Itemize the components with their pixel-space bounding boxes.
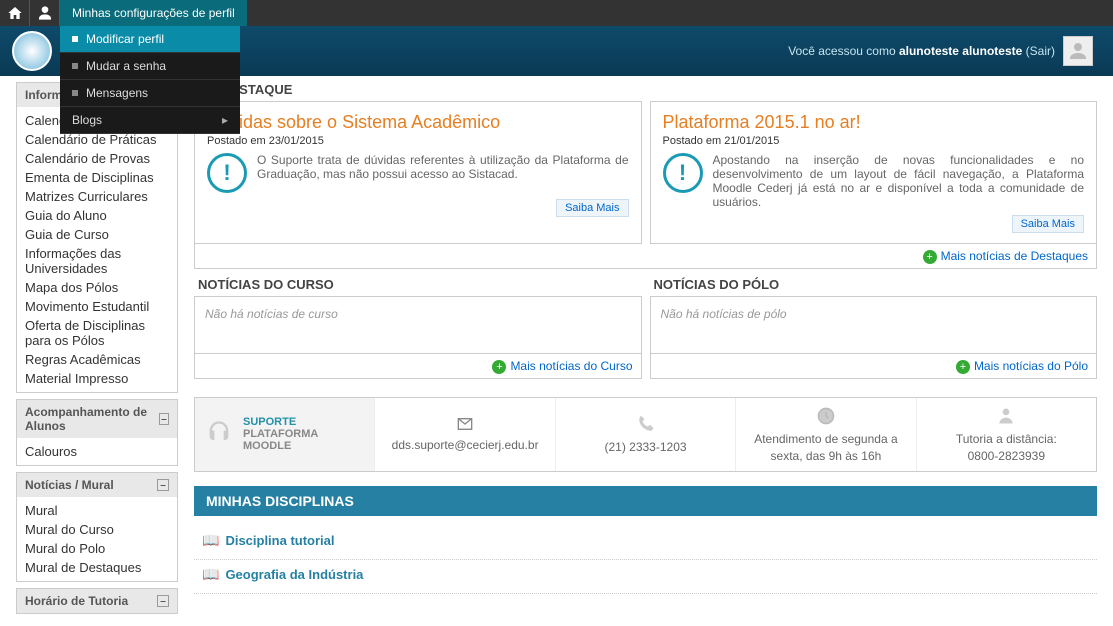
news-row: NOTÍCIAS DO CURSO Não há notícias de cur…: [194, 277, 1097, 387]
featured-text: O Suporte trata de dúvidas referentes à …: [257, 153, 629, 193]
book-icon: 📖: [202, 566, 219, 583]
dropdown-messages[interactable]: Mensagens: [60, 80, 240, 107]
collapse-icon[interactable]: –: [157, 479, 169, 491]
support-bar: SUPORTE PLATAFORMA MOODLE dds.suporte@ce…: [194, 397, 1097, 472]
news-polo-heading: NOTÍCIAS DO PÓLO: [650, 277, 1098, 292]
support-title-cell: SUPORTE PLATAFORMA MOODLE: [195, 398, 374, 471]
sidebar-header: Acompanhamento de Alunos–: [17, 400, 177, 438]
collapse-icon[interactable]: –: [159, 413, 169, 425]
disciplines-heading: MINHAS DISCIPLINAS: [194, 486, 1097, 516]
sidebar-item[interactable]: Ementa de Disciplinas: [17, 168, 177, 187]
profile-settings-menu[interactable]: Minhas configurações de perfil: [60, 0, 247, 26]
sidebar-item[interactable]: Regras Acadêmicas: [17, 350, 177, 369]
sidebar-item[interactable]: Material Impresso: [17, 369, 177, 388]
discipline-item: 📖 Disciplina tutorial: [194, 526, 1097, 560]
chevron-right-icon: ▸: [222, 113, 228, 127]
more-featured-link[interactable]: +Mais notícias de Destaques: [923, 249, 1088, 263]
info-icon: !: [663, 153, 703, 193]
headset-icon: [205, 419, 233, 450]
sidebar-item[interactable]: Oferta de Disciplinas para os Pólos: [17, 316, 177, 350]
support-sub: PLATAFORMA MOODLE: [243, 428, 364, 452]
support-hours-cell: Atendimento de segunda a sexta, das 9h à…: [735, 398, 915, 471]
sidebar-block-acomp: Acompanhamento de Alunos– Calouros: [16, 399, 178, 466]
dropdown-change-password[interactable]: Mudar a senha: [60, 53, 240, 80]
featured-date: Postado em 23/01/2015: [207, 135, 629, 147]
sidebar-block-tutoria: Horário de Tutoria–: [16, 588, 178, 614]
read-more-button[interactable]: Saiba Mais: [1012, 215, 1084, 233]
discipline-link[interactable]: Disciplina tutorial: [225, 533, 334, 548]
sidebar: Informaç Calendário Acadêmico Calendário…: [16, 82, 178, 620]
sidebar-item[interactable]: Mapa dos Pólos: [17, 278, 177, 297]
featured-card: Dúvidas sobre o Sistema Acadêmico Postad…: [194, 101, 642, 244]
discipline-link[interactable]: Geografia da Indústria: [225, 567, 363, 582]
avatar[interactable]: [1063, 36, 1093, 66]
discipline-item: 📖 Geografia da Indústria: [194, 560, 1097, 594]
sidebar-header: Notícias / Mural–: [17, 473, 177, 497]
collapse-icon[interactable]: –: [157, 595, 169, 607]
dropdown-modify-profile[interactable]: Modificar perfil: [60, 26, 240, 53]
featured-row: Dúvidas sobre o Sistema Acadêmico Postad…: [194, 101, 1097, 244]
profile-menu-label: Minhas configurações de perfil: [72, 6, 235, 20]
plus-icon: +: [492, 360, 506, 374]
sidebar-item[interactable]: Mural do Curso: [17, 520, 177, 539]
more-polo-link[interactable]: +Mais notícias do Pólo: [956, 359, 1088, 373]
featured-heading: EM DESTAQUE: [194, 82, 1097, 97]
top-bar: Minhas configurações de perfil: [0, 0, 1113, 26]
sidebar-item[interactable]: Mural do Polo: [17, 539, 177, 558]
sidebar-header: Horário de Tutoria–: [17, 589, 177, 613]
news-curso-box: Não há notícias de curso: [194, 296, 642, 354]
support-tutoria-cell: Tutoria a distância: 0800-2823939: [916, 398, 1096, 471]
sidebar-item[interactable]: Movimento Estudantil: [17, 297, 177, 316]
news-polo-box: Não há notícias de pólo: [650, 296, 1098, 354]
more-featured-bar: +Mais notícias de Destaques: [194, 244, 1097, 269]
sidebar-item[interactable]: Calouros: [17, 442, 177, 461]
book-icon: 📖: [202, 532, 219, 549]
sidebar-item[interactable]: Guia do Aluno: [17, 206, 177, 225]
sidebar-block-mural: Notícias / Mural– Mural Mural do Curso M…: [16, 472, 178, 582]
content: EM DESTAQUE Dúvidas sobre o Sistema Acad…: [194, 82, 1097, 620]
info-icon: !: [207, 153, 247, 193]
clock-icon: [816, 406, 836, 429]
featured-title: Dúvidas sobre o Sistema Acadêmico: [207, 112, 629, 133]
plus-icon: +: [956, 360, 970, 374]
more-curso-link[interactable]: +Mais notícias do Curso: [492, 359, 632, 373]
plus-icon: +: [923, 250, 937, 264]
news-curso-heading: NOTÍCIAS DO CURSO: [194, 277, 642, 292]
featured-title: Plataforma 2015.1 no ar!: [663, 112, 1085, 133]
featured-card: Plataforma 2015.1 no ar! Postado em 21/0…: [650, 101, 1098, 244]
login-info: Você acessou como alunoteste alunoteste …: [788, 36, 1093, 66]
support-phone-cell: (21) 2333-1203: [555, 398, 735, 471]
support-title: SUPORTE: [243, 416, 364, 428]
main-layout: Informaç Calendário Acadêmico Calendário…: [0, 76, 1113, 626]
person-icon: [996, 406, 1016, 429]
sidebar-item[interactable]: Mural: [17, 501, 177, 520]
phone-icon: [636, 414, 656, 437]
username: alunoteste alunoteste: [899, 44, 1022, 58]
featured-date: Postado em 21/01/2015: [663, 135, 1085, 147]
support-email-cell: dds.suporte@cecierj.edu.br: [374, 398, 554, 471]
sidebar-item[interactable]: Informações das Universidades: [17, 244, 177, 278]
sidebar-item[interactable]: Mural de Destaques: [17, 558, 177, 577]
user-icon[interactable]: [30, 0, 60, 26]
logout-link[interactable]: Sair: [1030, 44, 1051, 58]
sidebar-item[interactable]: Matrizes Curriculares: [17, 187, 177, 206]
featured-text: Apostando na inserção de novas funcional…: [713, 153, 1085, 209]
sidebar-item[interactable]: Calendário de Provas: [17, 149, 177, 168]
dropdown-blogs[interactable]: Blogs▸: [60, 107, 240, 134]
mail-icon: [455, 416, 475, 435]
home-icon[interactable]: [0, 0, 30, 26]
sidebar-item[interactable]: Guia de Curso: [17, 225, 177, 244]
logo-icon: [12, 31, 52, 71]
profile-dropdown: Modificar perfil Mudar a senha Mensagens…: [60, 26, 240, 134]
read-more-button[interactable]: Saiba Mais: [556, 199, 628, 217]
